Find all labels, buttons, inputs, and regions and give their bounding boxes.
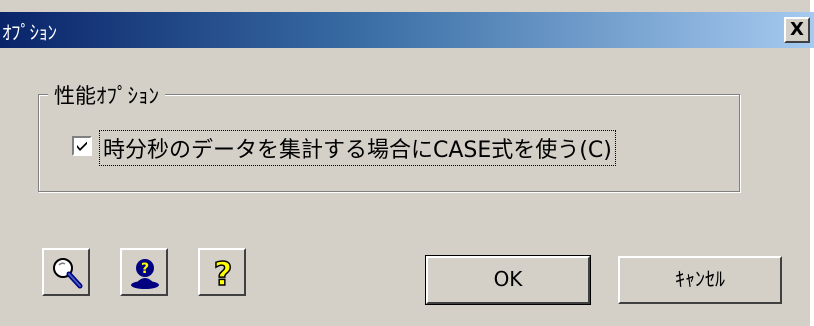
search-button[interactable]	[42, 248, 90, 296]
case-expression-label[interactable]: 時分秒のデータを集計する場合にCASE式を使う(C)	[99, 130, 616, 166]
person-help-icon: ?	[131, 259, 159, 289]
checkmark-icon	[77, 141, 87, 151]
close-button[interactable]: X	[784, 17, 810, 43]
case-expression-checkbox[interactable]	[72, 136, 92, 156]
cancel-button[interactable]: ｷｬﾝｾﾙ	[618, 256, 782, 304]
question-mark-icon: ?	[213, 256, 233, 290]
group-legend: 性能ｵﾌﾟｼｮﾝ	[48, 80, 165, 110]
help-contents-button[interactable]: ?	[120, 248, 168, 296]
help-button[interactable]: ?	[198, 248, 246, 296]
magnifier-icon	[53, 258, 83, 289]
svg-text:?: ?	[214, 256, 233, 290]
options-dialog: ｵﾌﾟｼｮﾝ X 性能ｵﾌﾟｼｮﾝ 時分秒のデータを集計する場合にCASE式を使…	[0, 0, 814, 326]
window-title: ｵﾌﾟｼｮﾝ	[2, 22, 57, 44]
svg-text:?: ?	[141, 261, 149, 277]
ok-button[interactable]: OK	[425, 255, 591, 305]
title-bar[interactable]: ｵﾌﾟｼｮﾝ X	[0, 12, 814, 48]
